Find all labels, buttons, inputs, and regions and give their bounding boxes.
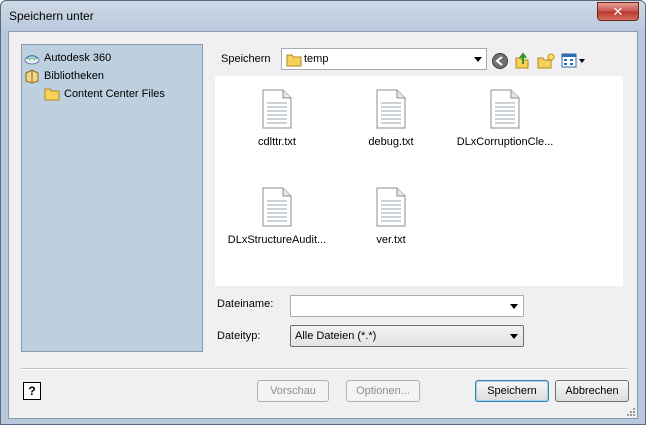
text-file-icon xyxy=(376,187,406,227)
file-name: ver.txt xyxy=(376,234,406,246)
divider xyxy=(21,368,627,370)
filetype-label: Dateityp: xyxy=(217,330,261,342)
text-file-icon xyxy=(490,89,520,129)
file-item[interactable]: debug.txt xyxy=(336,89,446,148)
filetype-select[interactable]: Alle Dateien (*.*) xyxy=(290,325,524,347)
preview-button[interactable]: Vorschau xyxy=(257,380,329,402)
save-as-dialog: Speichern unter ✕ Autodesk 360 Bibliothe… xyxy=(0,0,646,425)
file-list[interactable]: cdlttr.txt debug.txt DLxCorruptionCle... xyxy=(215,76,623,286)
save-in-label: Speichern xyxy=(221,53,271,65)
options-button[interactable]: Optionen... xyxy=(346,380,420,402)
place-bibliotheken[interactable]: Bibliotheken xyxy=(24,67,104,85)
chevron-down-icon[interactable] xyxy=(510,304,518,309)
file-name: cdlttr.txt xyxy=(258,136,296,148)
place-label: Autodesk 360 xyxy=(44,52,112,64)
file-item[interactable]: cdlttr.txt xyxy=(222,89,332,148)
filename-label: Dateiname: xyxy=(217,298,274,310)
place-label: Content Center Files xyxy=(64,88,165,100)
save-in-value: temp xyxy=(304,53,329,65)
filename-input[interactable] xyxy=(290,295,524,317)
cloud-icon xyxy=(24,54,40,65)
back-icon[interactable] xyxy=(491,52,509,70)
dialog-body: Autodesk 360 Bibliotheken Content Center… xyxy=(8,31,638,419)
view-menu-icon[interactable] xyxy=(561,52,587,70)
chevron-down-icon[interactable] xyxy=(474,57,482,62)
file-name: debug.txt xyxy=(368,136,414,148)
folder-icon xyxy=(286,54,302,67)
save-button[interactable]: Speichern xyxy=(475,380,549,402)
folder-icon xyxy=(44,88,60,101)
help-button[interactable]: ? xyxy=(23,382,41,400)
close-button[interactable]: ✕ xyxy=(597,2,639,21)
filetype-value: Alle Dateien (*.*) xyxy=(295,330,377,342)
text-file-icon xyxy=(262,89,292,129)
text-file-icon xyxy=(376,89,406,129)
file-item[interactable]: DLxStructureAudit... xyxy=(222,187,332,246)
places-bar: Autodesk 360 Bibliotheken Content Center… xyxy=(21,44,203,352)
text-file-icon xyxy=(262,187,292,227)
chevron-down-icon[interactable] xyxy=(510,334,518,339)
resize-grip-icon[interactable] xyxy=(625,406,635,416)
window-title: Speichern unter xyxy=(9,9,94,23)
place-label: Bibliotheken xyxy=(44,70,104,82)
place-content-center-files[interactable]: Content Center Files xyxy=(44,85,165,103)
file-item[interactable]: ver.txt xyxy=(336,187,446,246)
file-name: DLxStructureAudit... xyxy=(227,234,327,246)
save-in-combobox[interactable]: temp xyxy=(281,48,487,70)
place-autodesk-360[interactable]: Autodesk 360 xyxy=(24,49,111,67)
file-name: DLxCorruptionCle... xyxy=(456,136,554,148)
cancel-button[interactable]: Abbrechen xyxy=(555,380,629,402)
title-bar[interactable]: Speichern unter ✕ xyxy=(1,1,645,31)
file-item[interactable]: DLxCorruptionCle... xyxy=(450,89,560,148)
new-folder-icon[interactable] xyxy=(537,52,555,70)
library-icon xyxy=(25,69,39,84)
up-folder-icon[interactable] xyxy=(513,52,531,70)
